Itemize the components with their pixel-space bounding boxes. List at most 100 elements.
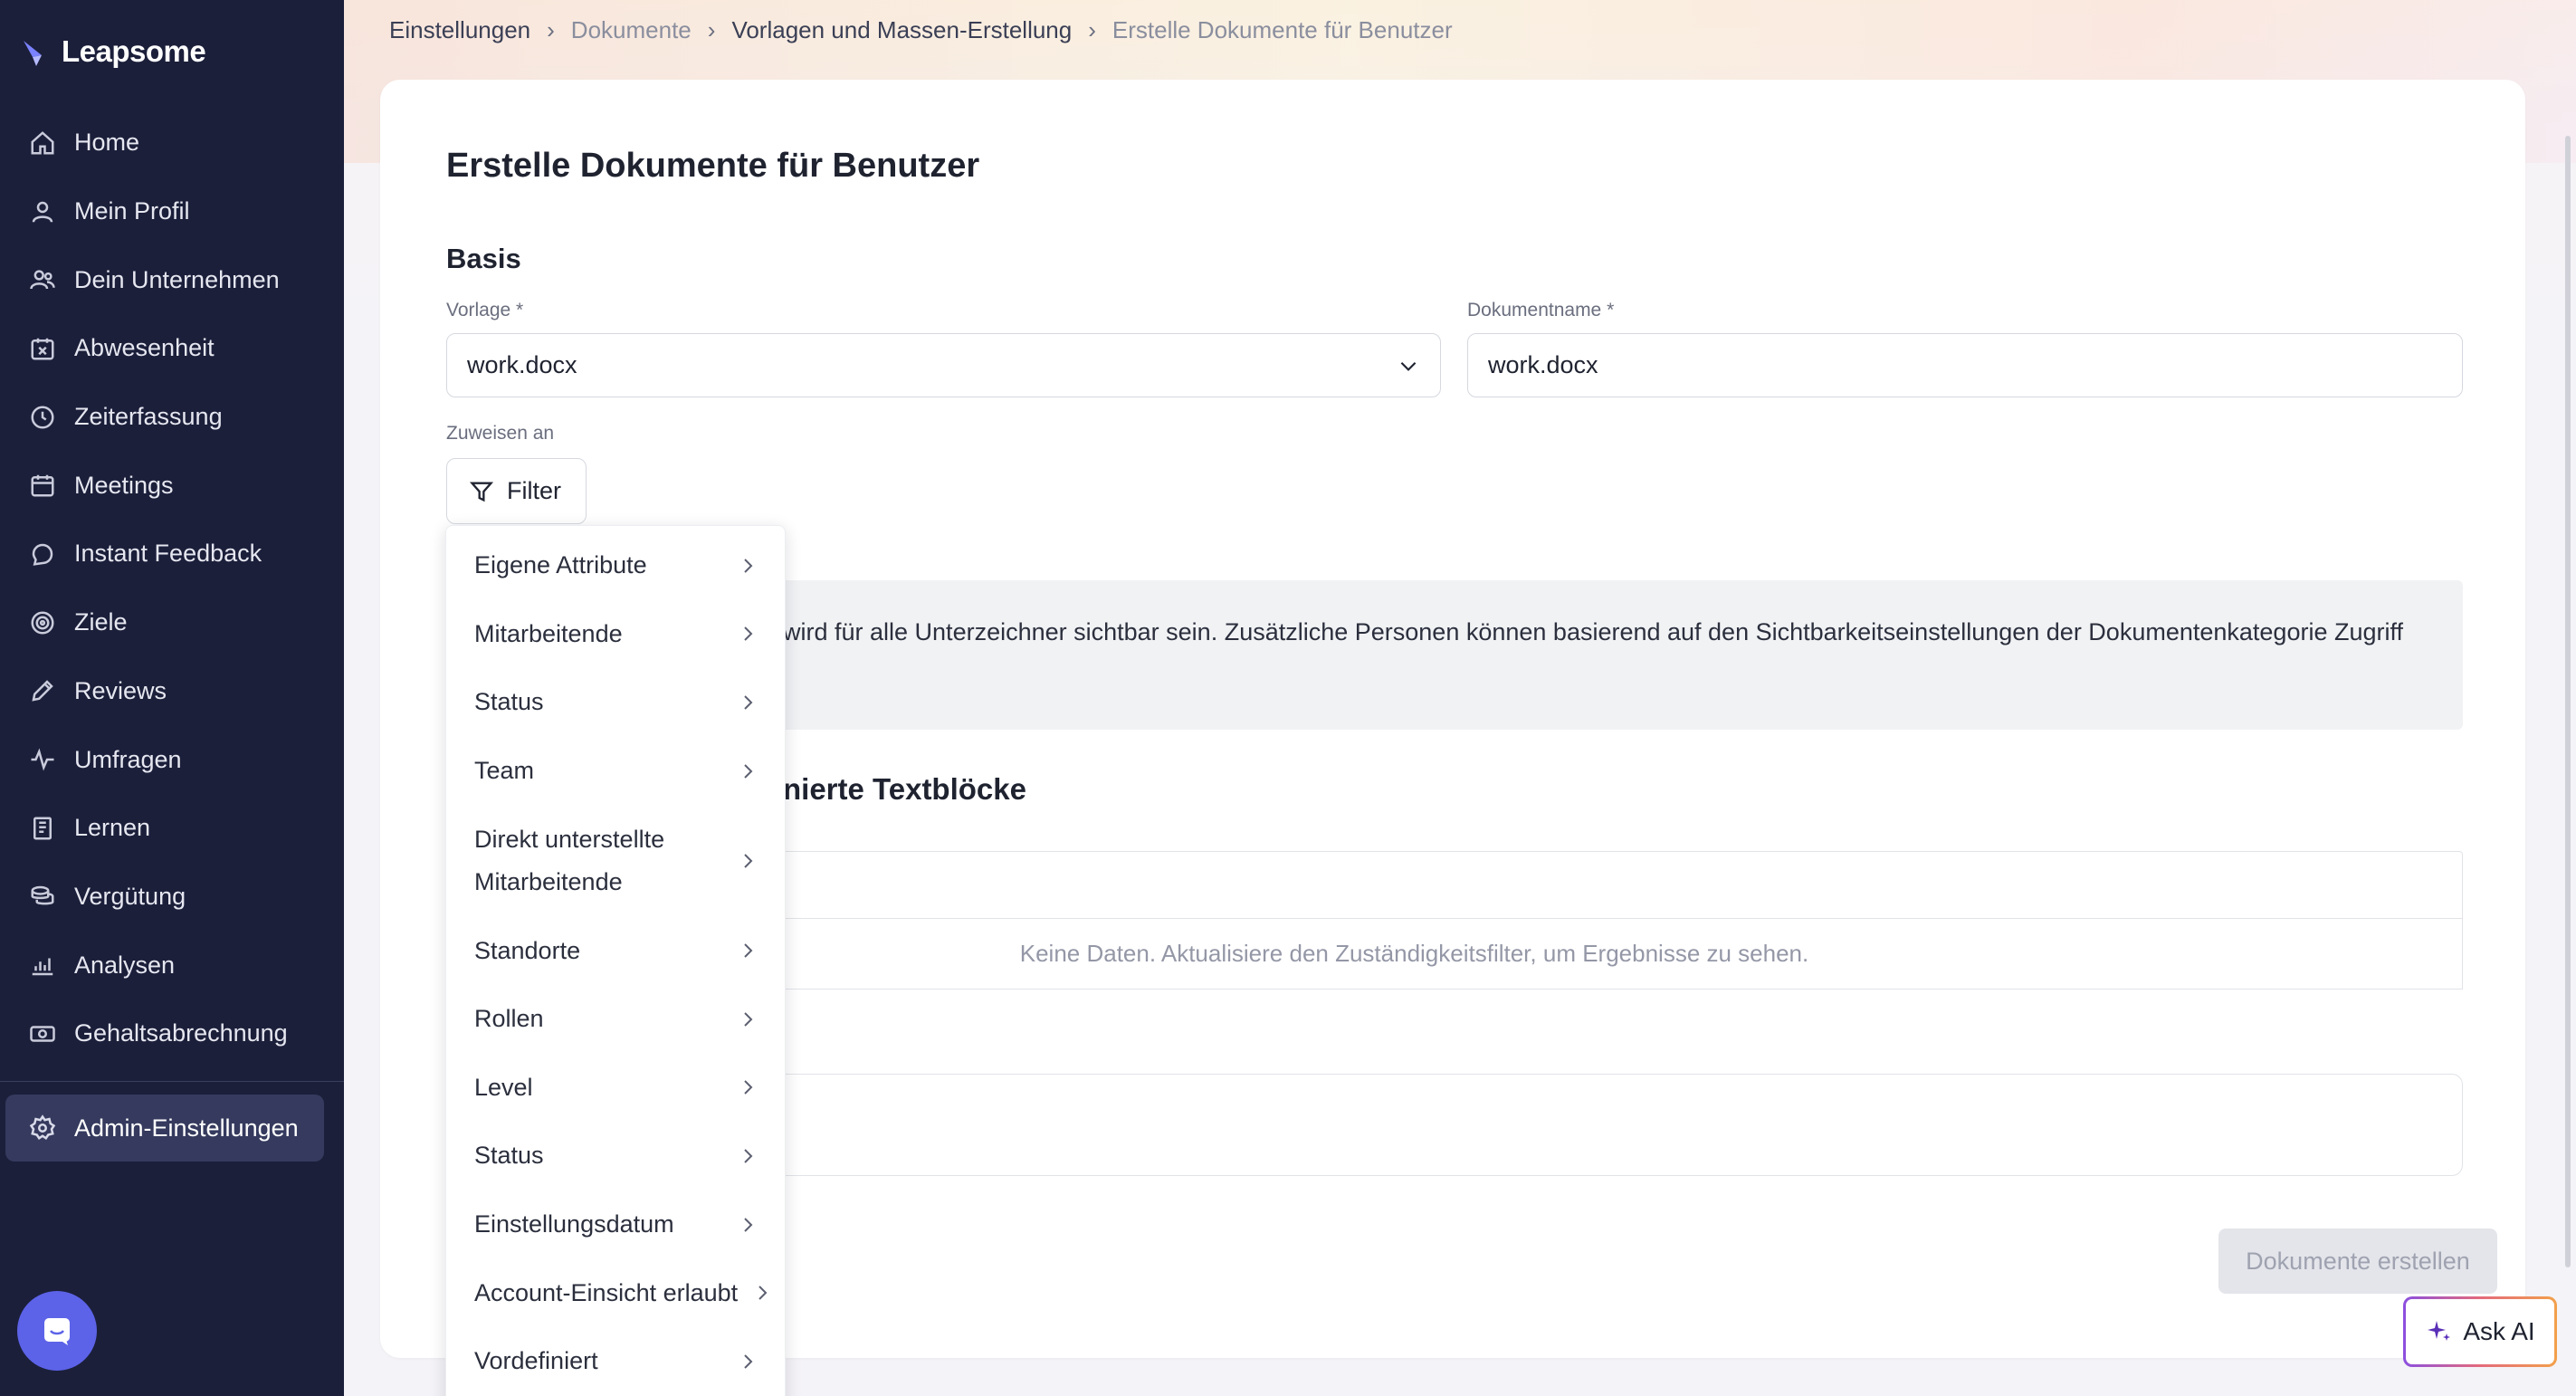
notes-textarea[interactable] xyxy=(783,1074,2463,1176)
chat-bubble-icon xyxy=(44,1318,70,1345)
sidebar-item-meetings[interactable]: Meetings xyxy=(0,451,344,520)
sidebar-item-compensation[interactable]: Vergütung xyxy=(0,863,344,932)
calendar-icon xyxy=(31,475,54,497)
sidebar-item-surveys[interactable]: Umfragen xyxy=(0,725,344,794)
filter-menu-item-locations[interactable]: Standorte xyxy=(446,916,785,985)
table-empty-state: Keine Daten. Aktualisiere den Zuständigk… xyxy=(783,919,2463,990)
filter-menu-item-status-2[interactable]: Status xyxy=(446,1122,785,1190)
template-label: Vorlage * xyxy=(446,300,524,320)
filter-menu-item-roles[interactable]: Rollen xyxy=(446,985,785,1054)
sidebar-item-label: Analysen xyxy=(74,951,176,979)
clock-icon xyxy=(31,406,54,429)
filter-icon xyxy=(469,482,494,502)
sidebar-item-home[interactable]: Home xyxy=(0,109,344,177)
sidebar-item-label: Vergütung xyxy=(74,882,186,910)
menu-item-label: Level xyxy=(474,1073,533,1101)
filter-menu-item-direct-reports[interactable]: Direkt unterstellte Mitarbeitende xyxy=(446,805,785,916)
sidebar-item-label: Admin-Einstellungen xyxy=(74,1114,299,1142)
chevron-right-icon xyxy=(744,559,753,573)
menu-item-label: Status xyxy=(474,688,544,716)
chevron-right-icon xyxy=(744,763,753,779)
sidebar-divider xyxy=(0,1081,344,1082)
money-icon xyxy=(30,1026,55,1042)
sidebar-item-label: Mein Profil xyxy=(74,197,190,225)
sidebar-item-time-tracking[interactable]: Zeiterfassung xyxy=(0,383,344,452)
filter-menu-item-predefined[interactable]: Vordefiniert xyxy=(446,1327,785,1396)
filter-menu-item-team[interactable]: Team xyxy=(446,737,785,806)
page-scrollbar[interactable] xyxy=(2565,136,2571,1267)
menu-item-label: Team xyxy=(474,757,535,785)
sidebar-item-label: Home xyxy=(74,129,140,157)
filter-menu-item-status[interactable]: Status xyxy=(446,668,785,737)
sidebar-item-company[interactable]: Dein Unternehmen xyxy=(0,245,344,314)
chevron-right-icon xyxy=(758,1286,768,1300)
target-icon xyxy=(31,611,54,635)
sparkle-icon xyxy=(2428,1321,2451,1341)
breadcrumb-templates[interactable]: Vorlagen und Massen-Erstellung xyxy=(731,16,1072,44)
docname-value: work.docx xyxy=(1488,351,1598,378)
filter-menu-item-account-access[interactable]: Account-Einsicht erlaubt xyxy=(446,1258,785,1327)
user-icon xyxy=(32,201,53,223)
sidebar-item-reviews[interactable]: Reviews xyxy=(0,657,344,726)
menu-item-label: Rollen xyxy=(474,1005,544,1033)
sidebar-item-label: Dein Unternehmen xyxy=(74,265,280,293)
create-documents-button[interactable]: Dokumente erstellen xyxy=(2218,1229,2497,1294)
sidebar-nav: Home Mein Profil Dein Unternehmen Abwese… xyxy=(0,109,344,1068)
menu-item-label: Standorte xyxy=(474,936,581,964)
info-text: wird für alle Unterzeichner sichtbar sei… xyxy=(783,618,2404,645)
sidebar-item-analytics[interactable]: Analysen xyxy=(0,931,344,999)
page-title: Erstelle Dokumente für Benutzer xyxy=(446,147,980,185)
sidebar-item-payroll[interactable]: Gehaltsabrechnung xyxy=(0,999,344,1068)
home-icon xyxy=(31,130,54,155)
menu-item-label: Direkt unterstellte Mitarbeitende xyxy=(474,825,665,895)
docname-input[interactable]: work.docx xyxy=(1467,333,2463,397)
filter-menu-item-employees[interactable]: Mitarbeitende xyxy=(446,600,785,669)
chevron-right-icon xyxy=(744,695,753,710)
sidebar-item-absence[interactable]: Abwesenheit xyxy=(0,314,344,383)
chevron-right-icon xyxy=(744,943,753,958)
template-select[interactable]: work.docx xyxy=(446,333,1441,397)
filter-menu-item-level[interactable]: Level xyxy=(446,1054,785,1123)
sidebar-item-profile[interactable]: Mein Profil xyxy=(0,177,344,246)
breadcrumb-current: Erstelle Dokumente für Benutzer xyxy=(1111,16,1453,43)
breadcrumb-documents[interactable]: Dokumente xyxy=(571,16,692,44)
menu-item-label: Status xyxy=(474,1142,544,1170)
sidebar-item-label: Lernen xyxy=(74,814,151,842)
sidebar-item-goals[interactable]: Ziele xyxy=(0,588,344,657)
chevron-right-icon xyxy=(744,1354,753,1369)
filter-menu-item-custom-attributes[interactable]: Eigene Attribute xyxy=(446,531,785,600)
ask-ai-label: Ask AI xyxy=(2463,1317,2535,1345)
ask-ai-button[interactable]: Ask AI xyxy=(2403,1296,2557,1367)
filter-menu-item-hire-date[interactable]: Einstellungsdatum xyxy=(446,1190,785,1259)
chevron-right-icon: › xyxy=(547,16,555,43)
sidebar-item-label: Meetings xyxy=(74,471,174,499)
sidebar-item-admin-settings[interactable]: Admin-Einstellungen xyxy=(5,1095,324,1162)
leapsome-logo-icon xyxy=(24,41,42,66)
chevron-right-icon xyxy=(744,1217,753,1232)
leapsome-logo[interactable]: Leapsome xyxy=(22,34,206,69)
filter-button[interactable]: Filter xyxy=(446,458,587,524)
sidebar-item-learning[interactable]: Lernen xyxy=(0,794,344,863)
chevron-down-icon xyxy=(1400,361,1417,371)
section-textblocks-title: nierte Textblöcke xyxy=(783,772,1026,806)
logo-text: Leapsome xyxy=(62,34,206,68)
sidebar-item-instant-feedback[interactable]: Instant Feedback xyxy=(0,520,344,588)
sidebar-item-label: Gehaltsabrechnung xyxy=(74,1019,288,1047)
sidebar-item-label: Zeiterfassung xyxy=(74,403,223,431)
gear-icon xyxy=(29,1114,56,1140)
filter-label: Filter xyxy=(507,477,561,504)
chevron-right-icon xyxy=(744,1149,753,1163)
table-header xyxy=(783,851,2463,919)
support-chat-button[interactable] xyxy=(17,1291,97,1371)
breadcrumb-settings[interactable]: Einstellungen xyxy=(389,16,530,44)
menu-item-label: Einstellungsdatum xyxy=(474,1210,674,1238)
pen-icon xyxy=(32,680,53,702)
chevron-right-icon xyxy=(744,1012,753,1027)
menu-item-label: Account-Einsicht erlaubt xyxy=(474,1278,739,1306)
sidebar-item-label: Instant Feedback xyxy=(74,540,262,568)
chart-icon xyxy=(32,958,53,976)
chevron-right-icon xyxy=(744,626,753,642)
empty-state-text: Keine Daten. Aktualisiere den Zuständigk… xyxy=(1019,940,1809,967)
chevron-right-icon: › xyxy=(707,16,716,43)
chevron-right-icon xyxy=(744,854,753,868)
